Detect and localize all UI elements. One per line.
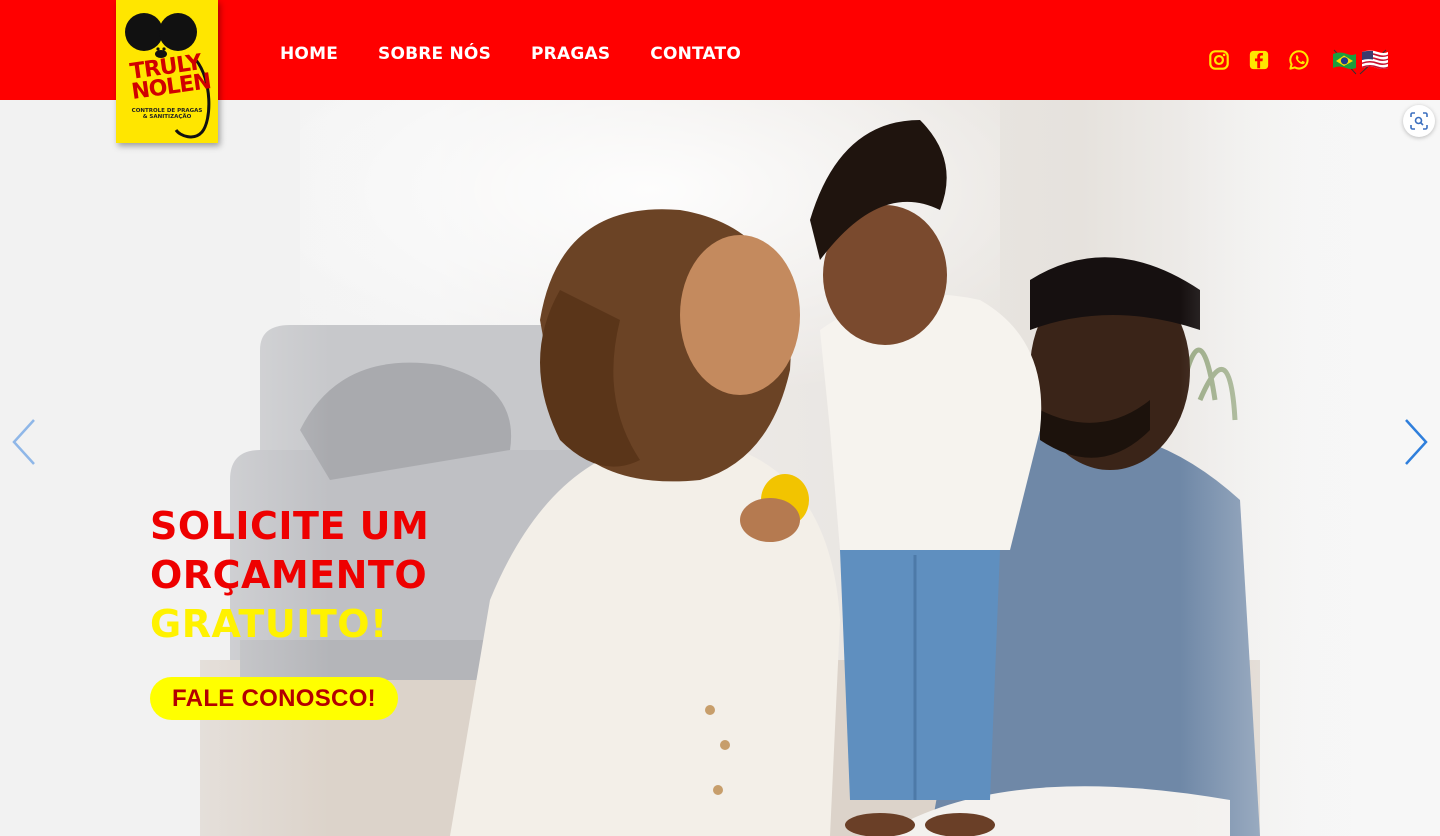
contact-us-button[interactable]: FALE CONOSCO!	[150, 677, 398, 720]
nav-home[interactable]: HOME	[280, 44, 338, 64]
usa-flag-icon[interactable]	[1359, 49, 1388, 75]
whatsapp-icon[interactable]	[1288, 49, 1310, 71]
nav-pragas[interactable]: PRAGAS	[531, 44, 610, 64]
logo-wordmark: TRULY NOLEN	[128, 50, 212, 105]
nav-contato[interactable]: CONTATO	[650, 44, 741, 64]
visual-search-button[interactable]	[1403, 105, 1435, 137]
main-nav: HOME SOBRE NÓS PRAGAS CONTATO	[280, 44, 741, 64]
logo[interactable]: TRULY NOLEN CONTROLE DE PRAGAS & SANITIZ…	[116, 0, 218, 143]
social-links	[1208, 49, 1310, 71]
instagram-icon[interactable]	[1208, 49, 1230, 71]
hero-slider: SOLICITE UM ORÇAMENTO GRATUITO! FALE CON…	[0, 100, 1440, 836]
facebook-icon[interactable]	[1248, 49, 1270, 71]
hero-title-line-1: SOLICITE UM	[150, 504, 430, 548]
language-selector[interactable]	[1330, 48, 1390, 76]
nav-sobre-nos[interactable]: SOBRE NÓS	[378, 44, 491, 64]
logo-subtitle: CONTROLE DE PRAGAS & SANITIZAÇÃO	[131, 108, 203, 120]
image-search-icon	[1410, 112, 1428, 130]
slider-next-arrow-icon[interactable]	[1402, 418, 1430, 466]
brazil-flag-icon[interactable]	[1333, 49, 1357, 75]
slider-prev-arrow-icon[interactable]	[10, 418, 38, 466]
hero-title-accent: GRATUITO!	[150, 602, 388, 646]
hero-title-line-2: ORÇAMENTO	[150, 553, 428, 597]
family-hero-image	[0, 100, 1440, 836]
hero-title: SOLICITE UM ORÇAMENTO GRATUITO!	[150, 502, 550, 649]
